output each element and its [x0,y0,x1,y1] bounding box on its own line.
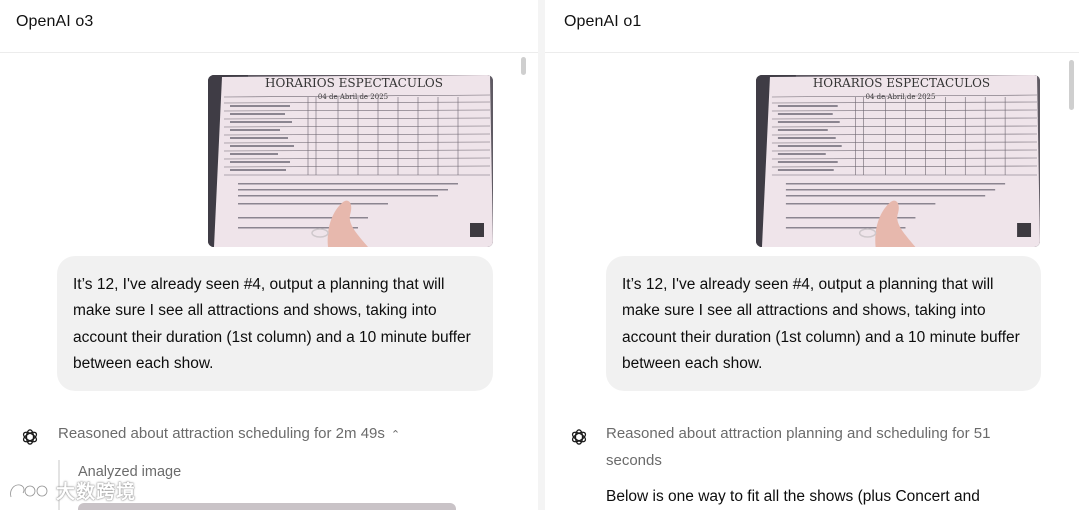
o1-pane: OpenAI o1 HORARIOS ESPECTACULOS 04 de Ab… [545,0,1079,510]
assistant-answer: Below is one way to fit all the shows (p… [606,488,980,505]
scrollbar-thumb[interactable] [521,57,526,75]
photo-heading: HORARIOS ESPECTACULOS [265,76,443,90]
watermark-logo-icon [9,483,49,497]
photo-heading: HORARIOS ESPECTACULOS [813,76,990,90]
model-title: OpenAI o1 [564,13,642,30]
openai-logo-icon [571,429,587,445]
reasoning-label: Reasoned about attraction scheduling for… [58,425,385,442]
uploaded-schedule-photo[interactable]: HORARIOS ESPECTACULOS 04 de Abril de 202… [756,75,1040,247]
pane-divider [538,0,545,510]
pane-header: OpenAI o3 [0,0,538,53]
photo-date: 04 de Abril de 2025 [866,93,936,101]
o3-pane: OpenAI o3 HORARIOS ESPECTACULOS 04 de Ab… [0,0,538,510]
openai-logo-icon [22,429,38,445]
model-title: OpenAI o3 [16,13,94,30]
chevron-up-icon[interactable]: ⌃ [391,422,400,449]
watermark-text: 大数跨境 [56,481,137,503]
schedule-photo-image: HORARIOS ESPECTACULOS 04 de Abril de 202… [208,75,493,247]
analyzed-image-thumbnail[interactable] [78,503,456,510]
pane-header: OpenAI o1 [545,0,1079,53]
schedule-photo-image: HORARIOS ESPECTACULOS 04 de Abril de 202… [756,75,1040,247]
watermark: 大数跨境 [8,477,136,504]
scrollbar-thumb[interactable] [1069,60,1074,110]
uploaded-schedule-photo[interactable]: HORARIOS ESPECTACULOS 04 de Abril de 202… [208,75,493,247]
user-message: It’s 12, I've already seen #4, output a … [57,256,493,391]
photo-date: 04 de Abril de 2025 [318,93,388,101]
reasoning-summary-toggle[interactable]: Reasoned about attraction planning and s… [606,421,1026,474]
user-message: It’s 12, I've already seen #4, output a … [606,256,1041,391]
reasoning-summary-toggle[interactable]: Reasoned about attraction scheduling for… [58,421,478,449]
